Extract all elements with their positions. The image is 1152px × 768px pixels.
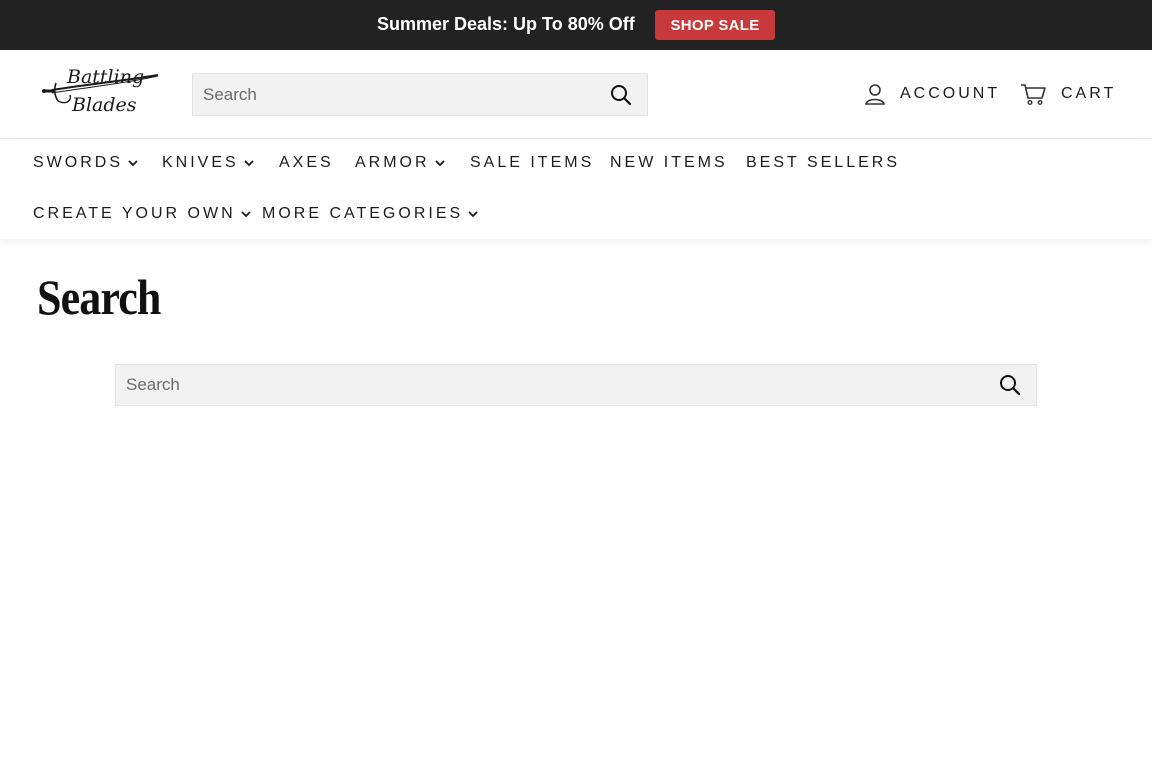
nav-item-label: ARMOR <box>355 154 430 171</box>
site-logo[interactable]: Battling Blades <box>42 67 162 121</box>
chevron-down-icon <box>127 159 139 167</box>
nav-item-create-your-own[interactable]: CREATE YOUR OWN <box>33 202 252 226</box>
header-search-box <box>192 73 648 116</box>
shop-sale-button[interactable]: SHOP SALE <box>655 10 775 40</box>
nav-item-label: KNIVES <box>162 154 239 171</box>
main-navigation: SWORDS KNIVES AXES ARMOR SALE ITEMS NEW … <box>0 139 1152 239</box>
nav-item-label: BEST SELLERS <box>746 154 900 171</box>
cart-label: CART <box>1061 85 1117 102</box>
nav-item-label: CREATE YOUR OWN <box>33 205 236 222</box>
logo-text-bottom: Blades <box>72 94 137 116</box>
header-search-input[interactable] <box>203 74 567 115</box>
page-search-box <box>115 364 1037 406</box>
account-link[interactable]: ACCOUNT <box>864 82 1000 106</box>
site-header: Battling Blades ACCOUNT CART <box>0 50 1152 139</box>
search-icon <box>611 84 632 105</box>
nav-item-new-items[interactable]: NEW ITEMS <box>610 151 728 175</box>
nav-item-label: NEW ITEMS <box>610 154 728 171</box>
cart-link[interactable]: CART <box>1020 81 1116 107</box>
nav-item-label: SWORDS <box>33 154 123 171</box>
nav-item-swords[interactable]: SWORDS <box>33 151 139 175</box>
nav-item-more-categories[interactable]: MORE CATEGORIES <box>262 202 479 226</box>
announcement-bar: Summer Deals: Up To 80% Off SHOP SALE <box>0 0 1152 50</box>
page-title: Search <box>37 269 161 325</box>
page-search-button[interactable] <box>990 365 1030 405</box>
nav-item-best-sellers[interactable]: BEST SELLERS <box>746 151 900 175</box>
cart-icon <box>1021 84 1046 106</box>
search-icon <box>1000 375 1021 396</box>
nav-item-sale-items[interactable]: SALE ITEMS <box>470 151 594 175</box>
chevron-down-icon <box>434 159 446 167</box>
nav-item-label: SALE ITEMS <box>470 154 595 171</box>
nav-item-label: AXES <box>279 154 334 171</box>
page-search-input[interactable] <box>126 365 862 405</box>
chevron-down-icon <box>243 159 255 167</box>
announcement-text: Summer Deals: Up To 80% Off <box>377 14 635 34</box>
account-label: ACCOUNT <box>900 85 1001 102</box>
logo-text-top: Battling <box>67 66 145 88</box>
nav-item-axes[interactable]: AXES <box>279 151 334 175</box>
chevron-down-icon <box>240 210 252 218</box>
chevron-down-icon <box>467 210 479 218</box>
nav-item-label: MORE CATEGORIES <box>262 205 464 222</box>
user-icon <box>865 84 885 105</box>
nav-item-armor[interactable]: ARMOR <box>355 151 446 175</box>
header-search-button[interactable] <box>601 74 641 115</box>
nav-item-knives[interactable]: KNIVES <box>162 151 255 175</box>
